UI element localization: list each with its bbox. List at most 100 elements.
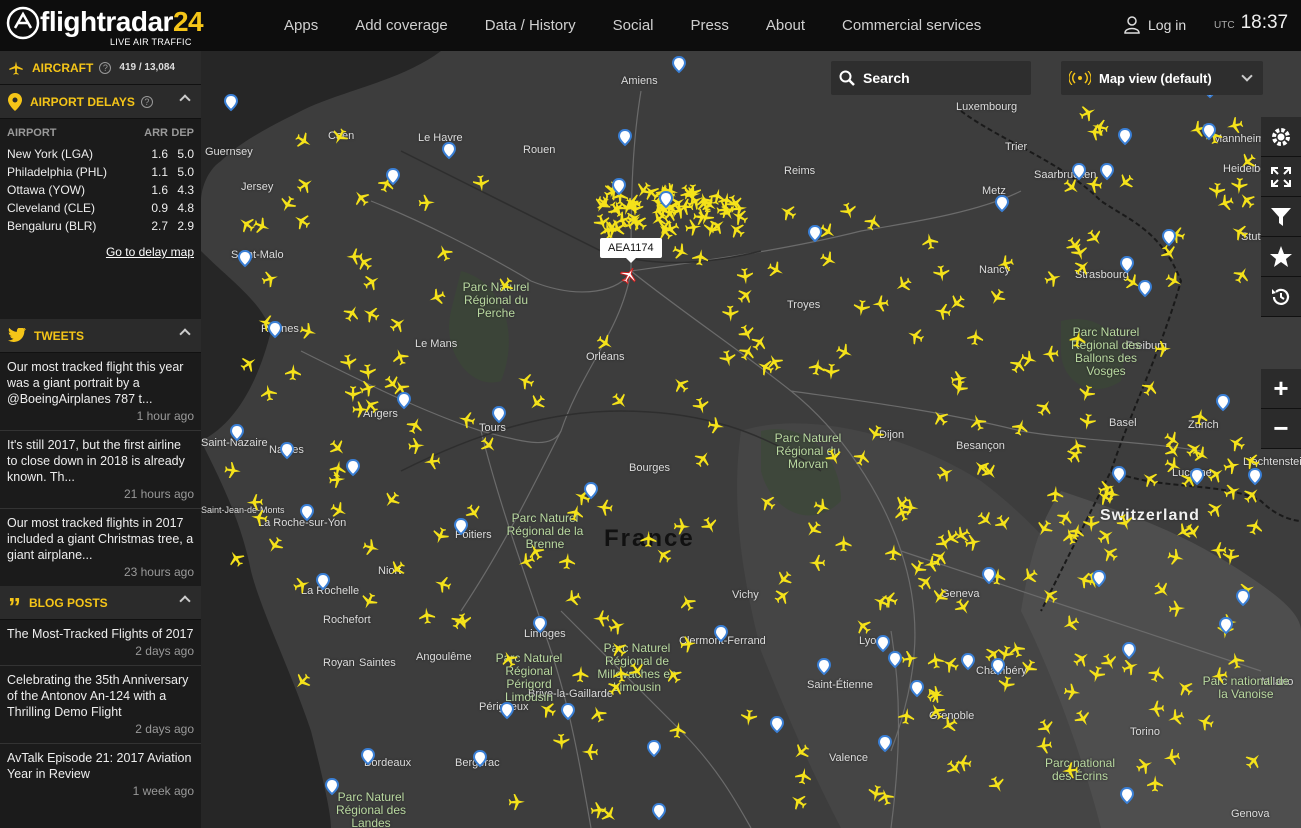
airport-pin-icon[interactable] (325, 778, 339, 795)
plane-icon[interactable] (838, 200, 859, 222)
plane-icon[interactable] (553, 733, 570, 751)
plane-icon[interactable] (771, 584, 794, 608)
airport-pin-icon[interactable] (1118, 128, 1132, 145)
plane-icon[interactable] (1240, 483, 1264, 507)
filter-button[interactable] (1261, 197, 1301, 237)
airport-pin-icon[interactable] (878, 735, 892, 752)
plane-icon[interactable] (622, 210, 646, 234)
plane-icon[interactable] (1094, 524, 1118, 548)
plane-icon[interactable] (1083, 226, 1106, 249)
plane-icon[interactable] (776, 201, 799, 224)
plane-icon[interactable] (833, 341, 856, 363)
plane-icon[interactable] (967, 411, 989, 433)
search-input[interactable]: Search (831, 61, 1031, 95)
plane-icon[interactable] (223, 461, 242, 480)
plane-icon[interactable] (294, 173, 317, 197)
airport-pin-icon[interactable] (876, 635, 890, 652)
plane-icon[interactable] (933, 302, 953, 321)
plane-icon[interactable] (525, 391, 549, 415)
plane-icon[interactable] (1063, 682, 1082, 702)
plane-icon[interactable] (607, 637, 630, 661)
plane-icon[interactable] (763, 351, 786, 373)
plane-icon[interactable] (920, 231, 940, 251)
plane-icon[interactable] (1042, 268, 1064, 289)
airport-pin-icon[interactable] (618, 129, 632, 146)
airport-pin-icon[interactable] (561, 703, 575, 720)
plane-icon[interactable] (640, 530, 657, 548)
plane-icon[interactable] (1165, 707, 1187, 728)
plane-icon[interactable] (1147, 700, 1165, 718)
plane-icon[interactable] (1240, 450, 1262, 472)
plane-icon[interactable] (426, 286, 448, 308)
plane-icon[interactable] (361, 537, 382, 558)
plane-icon[interactable] (978, 460, 1001, 484)
plane-icon[interactable] (1006, 639, 1027, 660)
plane-icon[interactable] (932, 264, 951, 283)
zoom-in-button[interactable]: + (1261, 369, 1301, 409)
plane-icon[interactable] (1138, 467, 1162, 491)
plane-icon[interactable] (673, 518, 691, 535)
plane-icon[interactable] (900, 649, 920, 668)
airport-pin-icon[interactable] (386, 168, 400, 185)
plane-icon[interactable] (608, 389, 632, 413)
airport-pin-icon[interactable] (1138, 280, 1152, 297)
plane-icon[interactable] (1225, 115, 1245, 136)
nav-social[interactable]: Social (613, 17, 654, 34)
airport-pin-icon[interactable] (995, 195, 1009, 212)
plane-icon[interactable] (748, 331, 771, 354)
plane-icon[interactable] (298, 321, 319, 342)
plane-icon[interactable] (328, 499, 350, 522)
plane-icon[interactable] (866, 783, 886, 804)
plane-icon[interactable] (291, 670, 314, 693)
plane-icon[interactable] (817, 249, 840, 271)
blog-item[interactable]: Celebrating the 35th Anniversary of the … (0, 666, 201, 744)
plane-icon[interactable] (340, 302, 363, 325)
plane-icon[interactable] (418, 606, 436, 625)
plane-icon[interactable] (951, 595, 975, 619)
plane-icon[interactable] (1083, 516, 1100, 532)
fullscreen-button[interactable] (1261, 157, 1301, 197)
plane-icon[interactable] (1215, 192, 1236, 214)
plane-icon[interactable] (1061, 761, 1079, 780)
plane-icon[interactable] (358, 378, 379, 399)
plane-icon[interactable] (1119, 656, 1141, 678)
plane-icon[interactable] (291, 574, 312, 596)
plane-icon[interactable] (904, 325, 927, 347)
plane-icon[interactable] (292, 129, 315, 152)
plane-icon[interactable] (1074, 569, 1095, 590)
plane-icon[interactable] (360, 303, 382, 325)
plane-icon[interactable] (652, 543, 675, 567)
plane-icon[interactable] (986, 774, 1008, 796)
plane-icon[interactable] (1161, 439, 1185, 462)
plane-icon[interactable] (1195, 711, 1216, 733)
plane-icon[interactable] (718, 349, 738, 369)
airport-pin-icon[interactable] (346, 459, 360, 476)
plane-icon[interactable] (1222, 456, 1242, 476)
plane-icon[interactable] (811, 496, 833, 518)
plane-icon[interactable] (670, 241, 692, 263)
plane-icon[interactable] (1077, 102, 1099, 124)
plane-icon[interactable] (884, 543, 903, 561)
plane-icon[interactable] (606, 615, 628, 637)
plane-icon[interactable] (515, 370, 536, 392)
plane-icon[interactable] (250, 508, 269, 527)
plane-icon[interactable] (1228, 221, 1251, 243)
airport-pin-icon[interactable] (1236, 589, 1250, 606)
plane-icon[interactable] (1071, 707, 1094, 730)
plane-icon[interactable] (385, 557, 409, 581)
plane-icon[interactable] (772, 567, 796, 591)
airport-pin-icon[interactable] (316, 573, 330, 590)
plane-icon[interactable] (1236, 150, 1259, 173)
plane-icon[interactable] (1018, 565, 1041, 588)
plane-icon[interactable] (897, 706, 916, 726)
plane-icon[interactable] (380, 488, 403, 512)
plane-icon[interactable] (1242, 749, 1265, 772)
airport-pin-icon[interactable] (910, 680, 924, 697)
plane-icon[interactable] (1059, 613, 1082, 635)
plane-icon[interactable] (259, 383, 278, 402)
plane-icon[interactable] (1071, 255, 1094, 279)
airport-pin-icon[interactable] (442, 142, 456, 159)
plane-icon[interactable] (1230, 263, 1253, 286)
plane-icon[interactable] (328, 125, 351, 148)
plane-icon[interactable] (339, 353, 358, 372)
